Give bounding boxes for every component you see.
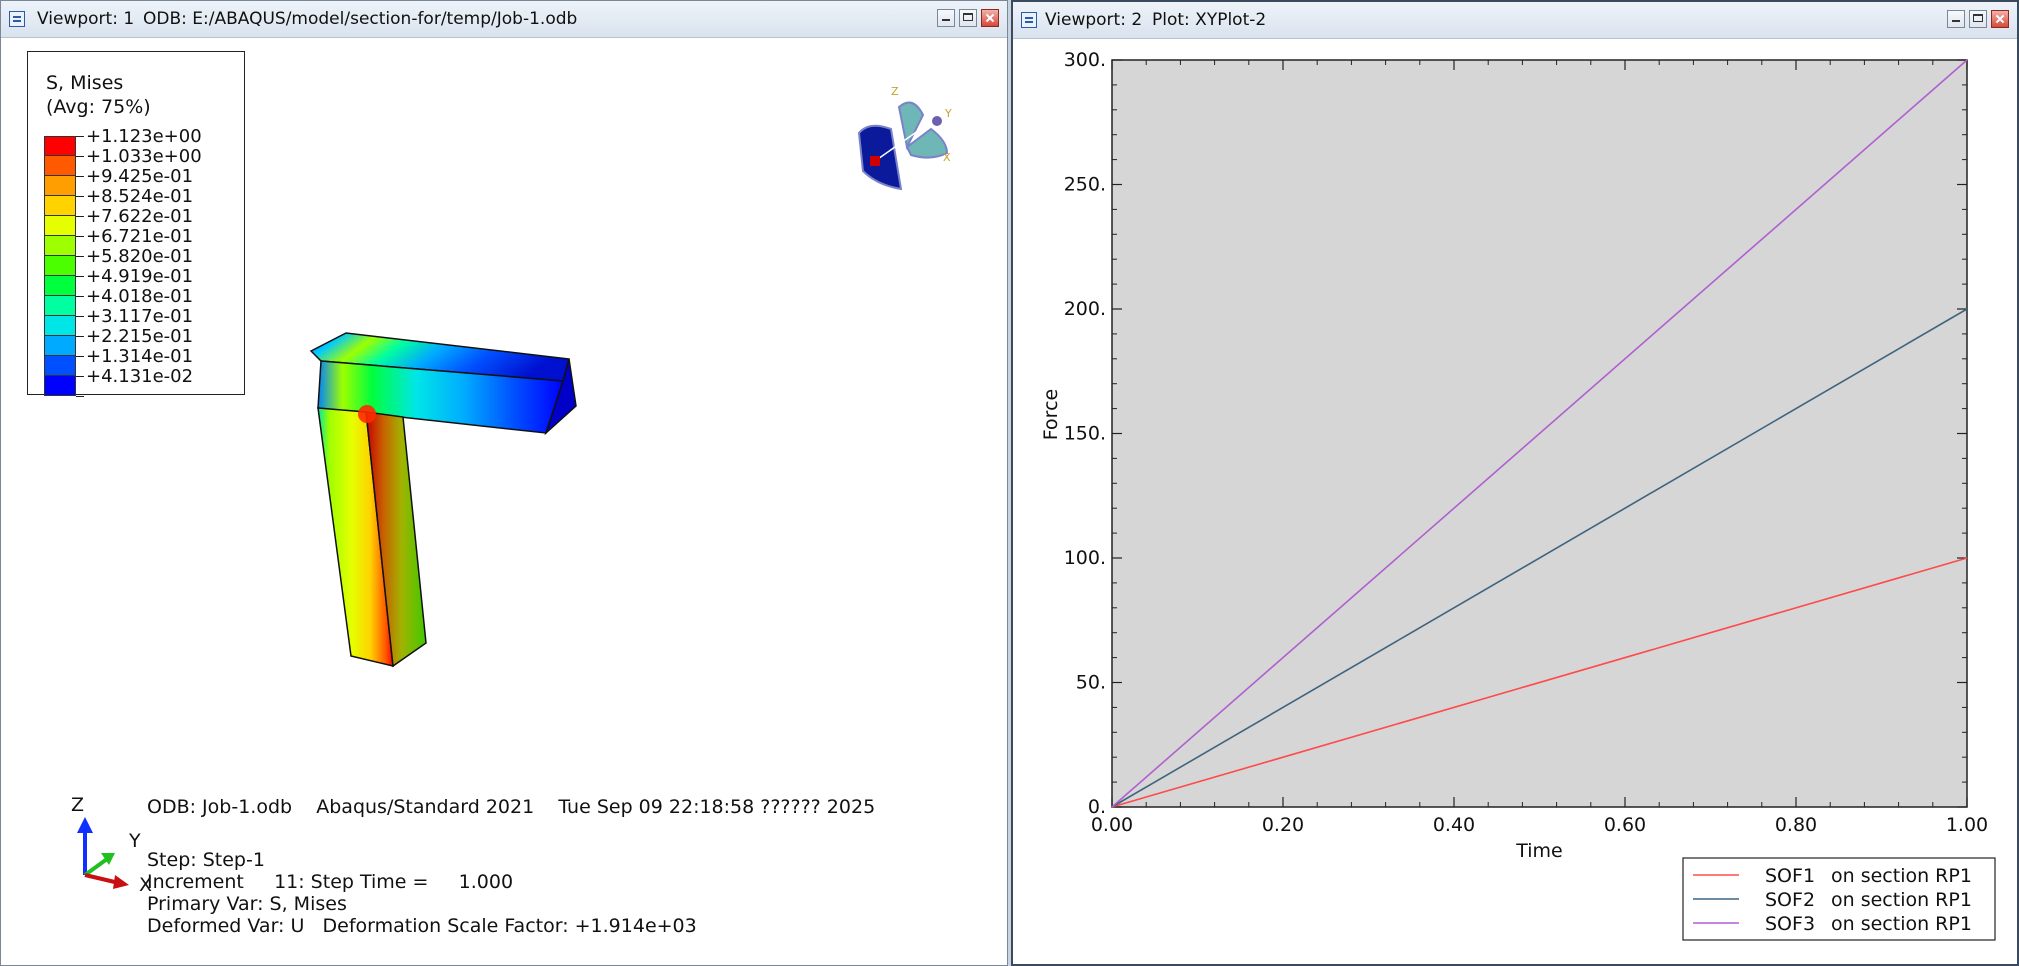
legend-tick [76,296,84,297]
contour-legend: S, Mises (Avg: 75%) +1.123e+00 +1.033e+00… [27,51,245,397]
legend-value: +8.524e-01 [86,186,194,207]
triad-small-z: Z [891,85,899,98]
legend-value: +6.721e-01 [86,226,194,247]
plot-legend-name: SOF2 [1765,889,1815,911]
legend-value: +4.018e-01 [86,286,194,307]
viewport-1-odb-path: ODB: E:/ABAQUS/model/section-for/temp/Jo… [143,9,578,29]
x-tick-label: 0.80 [1775,814,1817,836]
legend-color-swatch [44,236,76,256]
view-orientation-triad: Z Y X [857,85,952,191]
legend-tick [76,136,84,137]
x-axis-label: Time [1515,840,1563,862]
increment-info: Increment 11: Step Time = 1.000 [147,871,514,893]
triad-small-y: Y [944,107,952,120]
deformed-var-info: Deformed Var: U Deformation Scale Factor… [147,915,697,937]
legend-color-swatch [44,256,76,276]
legend-tick [76,376,84,377]
legend-tick [76,256,84,257]
legend-value: +4.919e-01 [86,266,194,287]
legend-entry: +4.131e-02 [44,366,244,396]
odb-info-line: ODB: Job-1.odb Abaqus/Standard 2021 Tue … [147,796,876,818]
x-tick-label: 0.60 [1604,814,1646,836]
close-icon[interactable] [981,9,999,27]
legend-color-swatch [44,196,76,216]
legend-color-swatch [44,276,76,296]
y-tick-label: 100. [1064,547,1106,569]
triad-small-x: X [943,151,951,164]
y-tick-label: 250. [1064,174,1106,196]
legend-value: +1.123e+00 [86,126,202,147]
viewport-1-label: Viewport: 1 [37,9,135,29]
legend-tick [76,156,84,157]
legend-value: +9.425e-01 [86,166,194,187]
minimize-icon[interactable] [937,9,955,27]
viewport-menu-icon[interactable] [9,11,25,27]
y-tick-label: 200. [1064,298,1106,320]
legend-color-swatch [44,376,76,396]
legend-color-swatch [44,356,76,376]
legend-value: +1.314e-01 [86,346,194,367]
plot-legend-desc: on section RP1 [1831,865,1972,887]
legend-value: +1.033e+00 [86,146,202,167]
deformed-model-view[interactable] [301,321,591,671]
viewport-2-window[interactable]: Viewport: 2 Plot: XYPlot-2 0. 50. 100. 150.… [1011,0,2019,966]
legend-value: +7.622e-01 [86,206,194,227]
plot-legend-desc: on section RP1 [1831,889,1972,911]
legend-title: S, Mises [46,72,124,94]
legend-color-swatch [44,176,76,196]
legend-color-swatch [44,336,76,356]
y-tick-label: 300. [1064,49,1106,71]
viewport-1-window[interactable]: Viewport: 1 ODB: E:/ABAQUS/model/section… [0,0,1008,966]
axis-y-label: Y [128,830,141,852]
plot-legend-desc: on section RP1 [1831,913,1972,935]
legend-color-swatch [44,156,76,176]
legend-tick [76,196,84,197]
x-tick-label: 1.00 [1946,814,1988,836]
legend-color-swatch [44,136,76,156]
plot-legend-name: SOF1 [1765,865,1815,887]
axis-z-label: Z [71,794,84,816]
legend-value: +3.117e-01 [86,306,194,327]
legend-tick [76,336,84,337]
y-axis-label: Force [1040,389,1062,440]
legend-color-swatch [44,316,76,336]
y-tick-label: 50. [1076,672,1106,694]
legend-value: +2.215e-01 [86,326,194,347]
x-tick-label: 0.20 [1262,814,1304,836]
x-tick-label: 0.40 [1433,814,1475,836]
legend-value: +5.820e-01 [86,246,194,267]
legend-subtitle: (Avg: 75%) [46,96,151,118]
maximize-icon[interactable] [959,9,977,27]
plot-legend-name: SOF3 [1765,913,1815,935]
legend-color-swatch [44,216,76,236]
x-tick-label: 0.00 [1091,814,1133,836]
legend-tick [76,276,84,277]
legend-tick [76,176,84,177]
legend-value: +4.131e-02 [86,366,194,387]
legend-tick [76,236,84,237]
y-tick-label: 150. [1064,423,1106,445]
step-info: Step: Step-1 [147,849,265,871]
viewport-1-titlebar[interactable]: Viewport: 1 ODB: E:/ABAQUS/model/section… [1,1,1007,38]
xy-plot[interactable]: 0.50.100.150.200.250.300.0.00 0.20 0.40 0.6… [1011,0,2019,966]
legend-tick [76,216,84,217]
legend-tick [76,356,84,357]
legend-color-swatch [44,296,76,316]
legend-tick [76,396,84,397]
legend-tick [76,316,84,317]
global-axes-triad: Z Y X [71,794,152,896]
primary-var-info: Primary Var: S, Mises [147,893,347,915]
